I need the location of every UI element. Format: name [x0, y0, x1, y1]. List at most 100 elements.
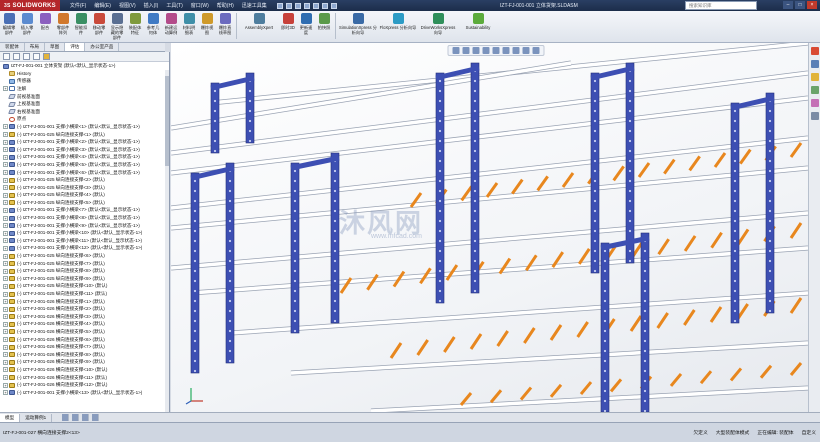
tree-item[interactable]: + (-) IZT-FJ-001-026 横向连接支撑<8> (默认) — [0, 351, 166, 359]
tree-item[interactable]: + (-) IZT-FJ-001-025 纵向连接支撑<5> (默认) — [0, 199, 166, 207]
expand-toggle-icon[interactable]: + — [3, 291, 8, 297]
expand-toggle-icon[interactable]: + — [3, 253, 8, 259]
tree-item[interactable]: + (-) IZT-FJ-001-001 支撑小横梁<10> (默认<默认_显示状… — [0, 229, 166, 237]
tree-item[interactable]: + (-) IZT-FJ-001-026 横向连接支撑<9> (默认) — [0, 359, 166, 367]
tree-scrollbar[interactable] — [165, 70, 169, 412]
tree-item[interactable]: + (-) IZT-FJ-001-026 横向连接支撑<11> (默认) — [0, 374, 166, 382]
print-icon[interactable] — [303, 2, 310, 9]
custom-properties-icon[interactable] — [810, 112, 819, 120]
ribbon-button[interactable]: 显示隐藏的零部件 — [109, 13, 125, 40]
expand-toggle-icon[interactable]: + — [3, 185, 8, 191]
tree-item[interactable]: 前视基准面 — [0, 93, 166, 101]
expand-toggle-icon[interactable]: + — [3, 299, 8, 305]
ribbon-button[interactable]: 配合 — [37, 13, 53, 30]
tree-item[interactable]: + (-) IZT-FJ-001-026 横向连接支撑<7> (默认) — [0, 343, 166, 351]
menu-quick-tools[interactable]: 迅速工具集 — [238, 2, 271, 9]
file-explorer-icon[interactable] — [810, 73, 819, 81]
minimize-button[interactable]: – — [783, 1, 793, 9]
tree-item[interactable]: + (-) IZT-FJ-001-026 横向连接支撑<12> (默认) — [0, 381, 166, 389]
expand-toggle-icon[interactable]: + — [3, 200, 8, 206]
appearance-icon[interactable] — [522, 47, 529, 54]
command-tab[interactable]: 装配体 — [0, 43, 25, 51]
tab-motion-study[interactable]: 运动算例1 — [20, 413, 53, 422]
display-style-icon[interactable] — [502, 47, 509, 54]
ribbon-button[interactable]: 即时3D — [280, 13, 296, 30]
search-input[interactable]: 搜索知识库 — [685, 1, 757, 10]
expand-toggle-icon[interactable]: + — [3, 139, 8, 145]
expand-toggle-icon[interactable]: + — [3, 154, 8, 160]
first-tab-icon[interactable] — [62, 414, 70, 421]
ribbon-button[interactable]: DriveWorksXpress 向导 — [419, 13, 457, 35]
solidworks-resources-icon[interactable] — [810, 47, 819, 55]
expand-toggle-icon[interactable]: + — [3, 162, 8, 168]
ribbon-button[interactable]: 拍快照 — [316, 13, 332, 30]
expand-toggle-icon[interactable]: + — [3, 230, 8, 236]
ribbon-button[interactable]: 零部件阵列 — [55, 13, 71, 35]
tree-item[interactable]: 原点 — [0, 116, 166, 124]
expand-toggle-icon[interactable]: + — [3, 86, 8, 92]
save-icon[interactable] — [294, 2, 301, 9]
expand-toggle-icon[interactable]: + — [3, 344, 8, 350]
command-tab[interactable]: 布局 — [25, 43, 45, 51]
appearances-icon[interactable] — [810, 99, 819, 107]
tree-item[interactable]: + (-) IZT-FJ-001-001 支撑小横梁<6> (默认<默认_显示状态… — [0, 169, 166, 177]
open-icon[interactable] — [285, 2, 292, 9]
expand-toggle-icon[interactable]: + — [3, 321, 8, 327]
configuration-manager-icon[interactable] — [23, 53, 30, 60]
section-view-icon[interactable] — [482, 47, 489, 54]
graphics-viewport[interactable]: 沐风网 www.mfcad.com — [171, 43, 820, 412]
tree-item[interactable]: + (-) IZT-FJ-001-026 横向连接支撑<2> (默认) — [0, 305, 166, 313]
undo-icon[interactable] — [312, 2, 319, 9]
tree-item[interactable]: + (-) IZT-FJ-001-001 支撑小横梁<3> (默认<默认_显示状态… — [0, 146, 166, 154]
expand-toggle-icon[interactable]: + — [3, 177, 8, 183]
menu-view[interactable]: 视图(V) — [115, 2, 140, 9]
expand-toggle-icon[interactable]: + — [3, 268, 8, 274]
previous-view-icon[interactable] — [472, 47, 479, 54]
tree-item[interactable]: + (-) IZT-FJ-001-026 横向连接支撑<6> (默认) — [0, 336, 166, 344]
tree-item[interactable]: + (-) IZT-FJ-001-026 横向连接支撑<4> (默认) — [0, 321, 166, 329]
tree-item[interactable]: + (-) IZT-FJ-001-025 纵向连接支撑<4> (默认) — [0, 192, 166, 200]
tree-item[interactable]: + (-) IZT-FJ-001-026 横向连接支撑<5> (默认) — [0, 328, 166, 336]
view-orientation-icon[interactable] — [492, 47, 499, 54]
menu-tools[interactable]: 工具(T) — [162, 2, 186, 9]
tree-item[interactable]: + (-) IZT-FJ-001-001 支撑小横梁<12> (默认<默认_显示状… — [0, 245, 166, 253]
last-tab-icon[interactable] — [92, 414, 100, 421]
tree-root[interactable]: IZT-FJ-001-001 立体货架 (默认<默认_显示状态-1>) — [0, 62, 169, 70]
property-manager-icon[interactable] — [13, 53, 20, 60]
display-manager-icon[interactable] — [43, 53, 50, 60]
tree-item[interactable]: + (-) IZT-FJ-001-001 支撑小横梁<11> (默认<默认_显示状… — [0, 237, 166, 245]
tab-model[interactable]: 模型 — [0, 413, 21, 422]
design-library-icon[interactable] — [810, 60, 819, 68]
hide-show-icon[interactable] — [512, 47, 519, 54]
tree-item[interactable]: + (-) IZT-FJ-001-026 横向连接支撑<10> (默认) — [0, 366, 166, 374]
expand-toggle-icon[interactable]: + — [3, 223, 8, 229]
dimxpert-icon[interactable] — [33, 53, 40, 60]
expand-toggle-icon[interactable]: + — [3, 147, 8, 153]
scene-icon[interactable] — [532, 47, 539, 54]
expand-toggle-icon[interactable]: + — [3, 124, 8, 130]
menu-insert[interactable]: 插入(I) — [140, 2, 163, 9]
tree-item[interactable]: + (-) IZT-FJ-001-001 支撑小横梁<1> (默认<默认_显示状态… — [0, 123, 166, 131]
expand-toggle-icon[interactable]: + — [3, 207, 8, 213]
tree-item[interactable]: + (-) IZT-FJ-001-001 支撑小横梁<7> (默认<默认_显示状态… — [0, 207, 166, 215]
tree-item[interactable]: + (-) IZT-FJ-001-025 纵向连接支撑<10> (默认) — [0, 283, 166, 291]
tree-item[interactable]: + (-) IZT-FJ-001-026 横向连接支撑<1> (默认) — [0, 298, 166, 306]
new-icon[interactable] — [276, 2, 283, 9]
tree-item[interactable]: + (-) IZT-FJ-001-001 支撑小横梁<5> (默认<默认_显示状态… — [0, 161, 166, 169]
expand-toggle-icon[interactable]: + — [3, 261, 8, 267]
tree-scroll-thumb[interactable] — [165, 76, 169, 166]
close-button[interactable]: × — [807, 1, 817, 9]
expand-toggle-icon[interactable]: + — [3, 359, 8, 365]
tree-item[interactable]: + (-) IZT-FJ-001-025 纵向连接支撑<1> (默认) — [0, 131, 166, 139]
ribbon-button[interactable]: 编辑零部件 — [1, 13, 17, 35]
ribbon-button[interactable]: 参考几何体 — [145, 13, 161, 35]
options-icon[interactable] — [330, 2, 337, 9]
menu-file[interactable]: 文件(F) — [66, 2, 90, 9]
status-custom[interactable]: 自定义 — [802, 429, 816, 436]
tree-item[interactable]: 上视基准面 — [0, 100, 166, 108]
ribbon-button[interactable]: 新建运动算例 — [163, 13, 179, 35]
expand-toggle-icon[interactable]: + — [3, 215, 8, 221]
feature-manager-icon[interactable] — [3, 53, 10, 60]
tree-item[interactable]: + 注解 — [0, 85, 166, 93]
ribbon-button[interactable]: Sustainability — [459, 13, 497, 30]
